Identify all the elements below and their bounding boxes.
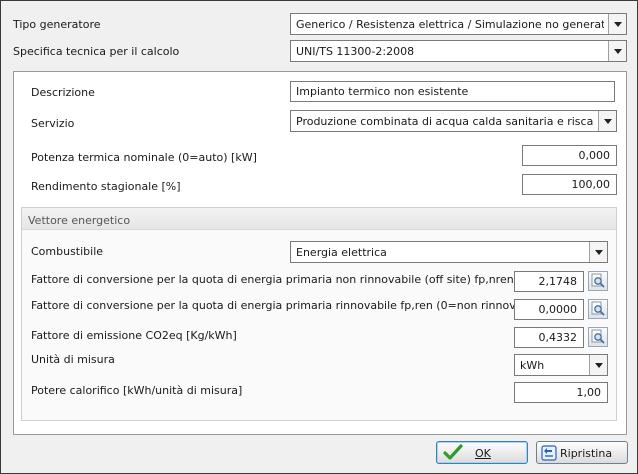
tipo-generatore-select[interactable]: Generico / Resistenza elettrica / Simula… [290, 13, 627, 35]
ok-button[interactable]: OK [436, 441, 528, 464]
emissione-value: 0,4332 [538, 331, 578, 344]
potere-calorifico-value: 1,00 [576, 386, 602, 399]
combustibile-select[interactable]: Energia elettrica [290, 241, 608, 263]
emissione-input[interactable]: 0,4332 [514, 327, 584, 348]
ripristina-button-label: Ripristina [560, 447, 613, 460]
servizio-label: Servizio [31, 117, 75, 130]
potenza-input[interactable]: 0,000 [522, 145, 617, 166]
lookup-button-fp-ren[interactable] [588, 299, 608, 319]
unita-value: kWh [520, 359, 545, 372]
potenza-label: Potenza termica nominale (0=auto) [kW] [31, 151, 257, 164]
fp-nren-label: Fattore di conversione per la quota di e… [31, 273, 514, 286]
potere-calorifico-input[interactable]: 1,00 [514, 382, 608, 403]
generator-dialog: Tipo generatore Generico / Resistenza el… [0, 0, 638, 474]
rendimento-input[interactable]: 100,00 [522, 174, 617, 195]
potere-calorifico-label: Potere calorifico [kWh/unità di misura] [31, 384, 243, 397]
restore-icon [541, 445, 557, 461]
chevron-down-icon[interactable] [589, 355, 607, 375]
specifica-tecnica-value: UNI/TS 11300-2:2008 [296, 45, 415, 58]
chevron-down-icon[interactable] [589, 242, 607, 262]
unita-select[interactable]: kWh [514, 354, 608, 376]
fp-nren-value: 2,1748 [538, 275, 578, 288]
vettore-energetico-title: Vettore energetico [28, 214, 131, 227]
combustibile-value: Energia elettrica [296, 246, 387, 259]
specifica-tecnica-label: Specifica tecnica per il calcolo [13, 45, 180, 58]
magnifier-icon [591, 273, 605, 288]
descrizione-input[interactable]: Impianto termico non esistente [290, 81, 615, 102]
servizio-value: Produzione combinata di acqua calda sani… [296, 115, 594, 128]
lookup-button-fp-nren[interactable] [588, 271, 608, 291]
emissione-label: Fattore di emissione CO2eq [Kg/kWh] [31, 329, 237, 342]
rendimento-label: Rendimento stagionale [%] [31, 180, 181, 193]
descrizione-value: Impianto termico non esistente [296, 85, 469, 98]
tipo-generatore-label: Tipo generatore [13, 18, 101, 31]
magnifier-icon [591, 329, 605, 344]
chevron-down-icon[interactable] [608, 41, 626, 61]
checkmark-icon [443, 444, 463, 460]
fp-ren-value: 0,0000 [538, 303, 578, 316]
servizio-select[interactable]: Produzione combinata di acqua calda sani… [290, 110, 617, 132]
fp-nren-input[interactable]: 2,1748 [514, 271, 584, 292]
specifica-tecnica-select[interactable]: UNI/TS 11300-2:2008 [290, 40, 627, 62]
fp-ren-label: Fattore di conversione per la quota di e… [31, 299, 547, 312]
fp-ren-input[interactable]: 0,0000 [514, 299, 584, 320]
magnifier-icon [591, 301, 605, 316]
rendimento-value: 100,00 [571, 178, 611, 191]
lookup-button-emissione[interactable] [588, 327, 608, 347]
unita-label: Unità di misura [31, 353, 115, 366]
tipo-generatore-value: Generico / Resistenza elettrica / Simula… [296, 18, 604, 31]
potenza-value: 0,000 [578, 149, 611, 162]
chevron-down-icon[interactable] [598, 111, 616, 131]
descrizione-label: Descrizione [31, 86, 95, 99]
ok-button-label: OK [475, 447, 491, 460]
chevron-down-icon[interactable] [608, 14, 626, 34]
combustibile-label: Combustibile [31, 245, 104, 258]
ripristina-button[interactable]: Ripristina [536, 441, 628, 464]
